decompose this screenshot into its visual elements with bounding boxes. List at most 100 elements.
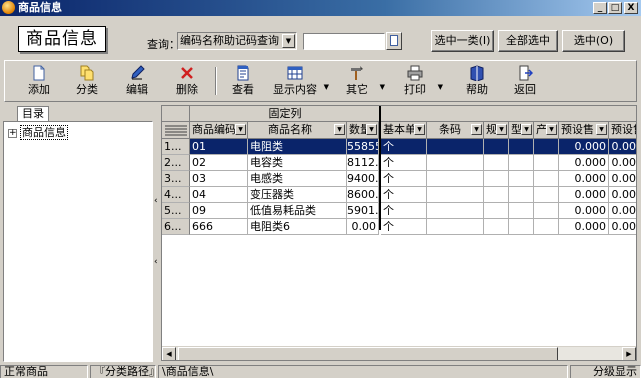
- cell-spec[interactable]: [484, 171, 509, 187]
- cell-preset-price-2[interactable]: 0.00: [609, 219, 636, 235]
- column-header-name[interactable]: 商品名称 ▼: [248, 122, 347, 139]
- table-row[interactable]: 6... 666 电阻类6 0.00 个 0.000 0.00: [162, 219, 636, 235]
- cell-origin[interactable]: [534, 187, 559, 203]
- cell-model[interactable]: [509, 203, 534, 219]
- cell-quantity[interactable]: 8600.0: [347, 187, 379, 203]
- tab-directory[interactable]: 目录: [17, 106, 49, 122]
- cell-preset-price-1[interactable]: 0.000: [559, 155, 609, 171]
- select-category-button[interactable]: 选中一类(I): [431, 30, 494, 52]
- cell-code[interactable]: 666: [190, 219, 248, 235]
- cell-code[interactable]: 04: [190, 187, 248, 203]
- dropdown-arrow-icon[interactable]: ▼: [380, 83, 385, 91]
- view-button[interactable]: 查看: [221, 63, 265, 99]
- table-row[interactable]: 4...04变压器类8600.0个 0.0000.00: [162, 187, 636, 203]
- cell-code[interactable]: 03: [190, 171, 248, 187]
- search-input[interactable]: [303, 33, 385, 50]
- cell-origin[interactable]: [534, 171, 559, 187]
- table-row[interactable]: 5...09低值易耗品类5901.0个 0.0000.00: [162, 203, 636, 219]
- cell-preset-price-2[interactable]: 0.00: [609, 139, 636, 155]
- chevron-down-icon[interactable]: ▼: [521, 124, 532, 135]
- cell-spec[interactable]: [484, 219, 509, 235]
- cell-origin[interactable]: [534, 203, 559, 219]
- cell-model[interactable]: [509, 219, 534, 235]
- table-row[interactable]: 1...01电阻类55855.个 0.0000.00: [162, 139, 636, 155]
- cell-quantity[interactable]: 0.00: [347, 219, 379, 235]
- cell-preset-price-1[interactable]: 0.000: [559, 203, 609, 219]
- chevron-down-icon[interactable]: ▼: [366, 124, 377, 135]
- chevron-down-icon[interactable]: ▼: [235, 124, 246, 135]
- chevron-down-icon[interactable]: ▼: [282, 34, 295, 48]
- cell-unit[interactable]: 个: [381, 139, 427, 155]
- cell-spec[interactable]: [484, 155, 509, 171]
- cell-spec[interactable]: [484, 139, 509, 155]
- scrollbar-thumb[interactable]: [178, 347, 558, 360]
- cell-unit[interactable]: 个: [381, 203, 427, 219]
- cell-model[interactable]: [509, 171, 534, 187]
- cell-origin[interactable]: [534, 219, 559, 235]
- cell-origin[interactable]: [534, 139, 559, 155]
- cell-code[interactable]: 01: [190, 139, 248, 155]
- row-indicator[interactable]: 6...: [162, 219, 190, 235]
- cell-barcode[interactable]: [427, 187, 484, 203]
- cell-origin[interactable]: [534, 155, 559, 171]
- select-all-button[interactable]: 全部选中: [498, 30, 558, 52]
- column-header-code[interactable]: 商品编码 ▼: [190, 122, 248, 139]
- cell-quantity[interactable]: 8112.0: [347, 155, 379, 171]
- cell-barcode[interactable]: [427, 155, 484, 171]
- cell-name[interactable]: 低值易耗品类: [248, 203, 347, 219]
- expand-icon[interactable]: +: [8, 129, 17, 138]
- back-button[interactable]: 返回: [503, 63, 547, 99]
- cell-preset-price-1[interactable]: 0.000: [559, 139, 609, 155]
- collapse-left-icon[interactable]: ‹: [154, 196, 158, 206]
- cell-preset-price-1[interactable]: 0.000: [559, 187, 609, 203]
- cell-name[interactable]: 电感类: [248, 171, 347, 187]
- scroll-left-icon[interactable]: ◀: [162, 347, 176, 360]
- minimize-button[interactable]: _: [593, 2, 607, 14]
- cell-barcode[interactable]: [427, 203, 484, 219]
- column-header-preset-price-1[interactable]: 预设售 ▼: [559, 122, 609, 139]
- cell-unit[interactable]: 个: [381, 187, 427, 203]
- cell-unit[interactable]: 个: [381, 171, 427, 187]
- maximize-button[interactable]: □: [608, 2, 622, 14]
- cell-model[interactable]: [509, 187, 534, 203]
- tree-node-root[interactable]: + 商品信息: [8, 125, 68, 140]
- cell-name[interactable]: 电阻类6: [248, 219, 347, 235]
- column-header-preset-price-2[interactable]: 预设售: [609, 122, 636, 139]
- cell-quantity[interactable]: 55855.: [347, 139, 379, 155]
- cell-name[interactable]: 电容类: [248, 155, 347, 171]
- collapse-left-icon[interactable]: ‹: [154, 257, 158, 267]
- scroll-right-icon[interactable]: ▶: [622, 347, 636, 360]
- cell-barcode[interactable]: [427, 219, 484, 235]
- cell-preset-price-1[interactable]: 0.000: [559, 171, 609, 187]
- horizontal-scrollbar[interactable]: ◀ ▶: [162, 346, 636, 360]
- cell-spec[interactable]: [484, 187, 509, 203]
- tree-node-label[interactable]: 商品信息: [20, 125, 68, 140]
- cell-barcode[interactable]: [427, 139, 484, 155]
- cell-unit[interactable]: 个: [381, 219, 427, 235]
- row-indicator[interactable]: 2...: [162, 155, 190, 171]
- column-header-quantity[interactable]: 数量 ▼: [347, 122, 379, 139]
- chevron-down-icon[interactable]: ▼: [334, 124, 345, 135]
- cell-preset-price-2[interactable]: 0.00: [609, 187, 636, 203]
- cell-preset-price-2[interactable]: 0.00: [609, 171, 636, 187]
- cell-quantity[interactable]: 9400.0: [347, 171, 379, 187]
- table-row[interactable]: 3...03电感类9400.0个 0.0000.00: [162, 171, 636, 187]
- cell-preset-price-2[interactable]: 0.00: [609, 155, 636, 171]
- row-indicator[interactable]: 3...: [162, 171, 190, 187]
- add-button[interactable]: 添加: [17, 63, 61, 99]
- select-button[interactable]: 选中(O): [562, 30, 625, 52]
- row-select-all[interactable]: [162, 122, 190, 139]
- chevron-down-icon[interactable]: ▼: [596, 124, 607, 135]
- print-button[interactable]: 打印 ▼: [393, 63, 443, 99]
- chevron-down-icon[interactable]: ▼: [546, 124, 557, 135]
- cell-barcode[interactable]: [427, 171, 484, 187]
- panel-splitter[interactable]: ‹ ‹: [153, 104, 160, 362]
- row-indicator[interactable]: 4...: [162, 187, 190, 203]
- cell-quantity[interactable]: 5901.0: [347, 203, 379, 219]
- column-header-barcode[interactable]: 条码 ▼: [427, 122, 484, 139]
- cell-model[interactable]: [509, 155, 534, 171]
- chevron-down-icon[interactable]: ▼: [496, 124, 507, 135]
- help-button[interactable]: 帮助: [455, 63, 499, 99]
- column-header-spec[interactable]: 规 ▼: [484, 122, 509, 139]
- search-button[interactable]: [386, 32, 402, 50]
